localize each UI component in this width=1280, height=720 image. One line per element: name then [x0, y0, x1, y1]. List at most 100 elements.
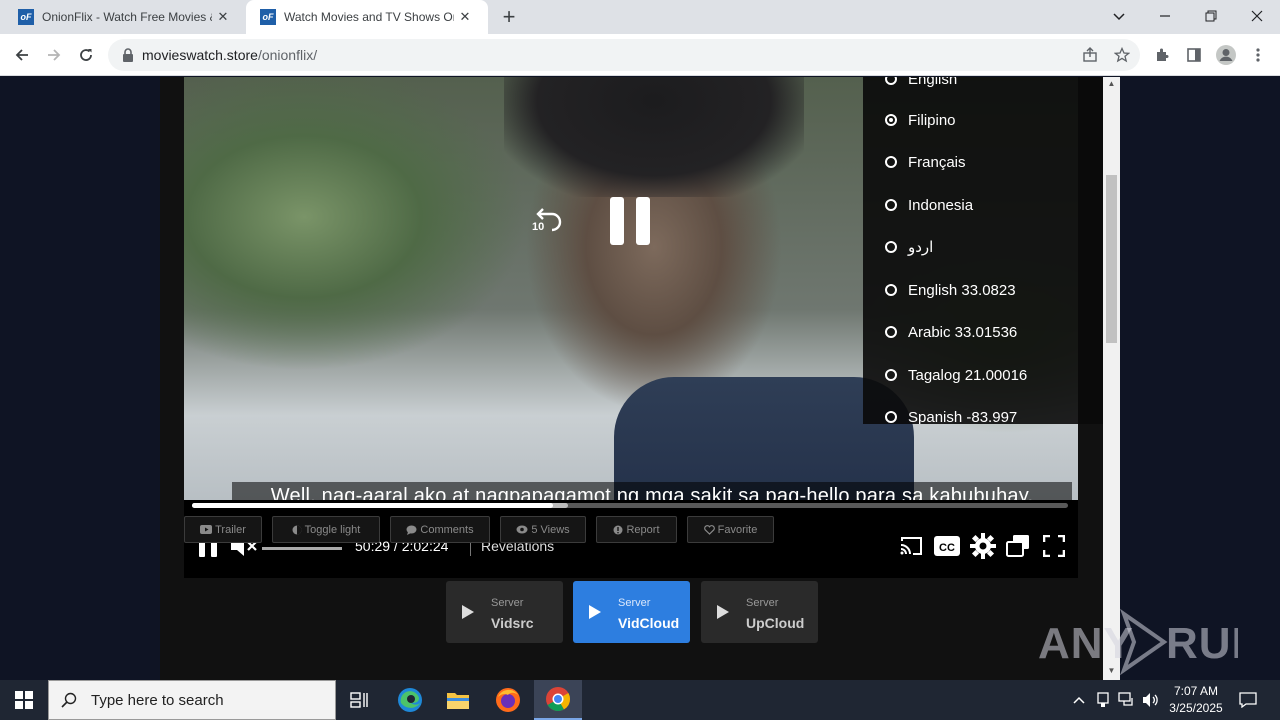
volume-slider[interactable]	[262, 547, 342, 550]
content-column: 10 Well, nag-aaral ako at nagpapagamot n…	[160, 77, 1103, 680]
subtitle-option[interactable]: Filipino	[885, 110, 956, 130]
forward-icon[interactable]	[41, 42, 67, 68]
tray-overflow-icon[interactable]	[1068, 680, 1090, 720]
tab-onionflix[interactable]: oF OnionFlix - Watch Free Movies & ✕	[0, 0, 246, 34]
extensions-icon[interactable]	[1149, 42, 1175, 68]
subtitle-option[interactable]: Spanish -83.997	[885, 407, 1017, 424]
file-explorer-icon[interactable]	[434, 680, 482, 720]
toggle-light-button[interactable]: Toggle light	[272, 516, 380, 543]
notifications-icon[interactable]	[1234, 680, 1262, 720]
subtitle-caption: Well, nag-aaral ako at nagpapagamot ng m…	[232, 482, 1072, 500]
tab-close-icon[interactable]: ✕	[212, 9, 234, 25]
trailer-label: Trailer	[215, 523, 246, 536]
center-pause-button[interactable]	[610, 197, 652, 245]
radio-icon	[885, 241, 897, 253]
server-upcloud-button[interactable]: Server UpCloud	[701, 581, 818, 643]
chrome-menu-icon[interactable]	[1245, 42, 1271, 68]
subtitle-option[interactable]: English 33.0823	[885, 280, 1016, 300]
windows-start-icon[interactable]	[0, 680, 48, 720]
new-tab-icon[interactable]: +	[497, 4, 521, 30]
system-clock[interactable]: 7:07 AM 3/25/2025	[1160, 683, 1232, 717]
server-name: UpCloud	[746, 615, 805, 631]
svg-text:RUN: RUN	[1166, 619, 1238, 668]
onionflix-favicon-icon: oF	[260, 9, 276, 25]
tab-watch-movies[interactable]: oF Watch Movies and TV Shows On ✕	[246, 0, 488, 34]
views-label: 5 Views	[531, 523, 570, 536]
tab-title: Watch Movies and TV Shows On	[284, 10, 454, 24]
clock-date: 3/25/2025	[1169, 701, 1223, 715]
edge-browser-icon[interactable]	[386, 680, 434, 720]
network-icon[interactable]	[1116, 680, 1138, 720]
toggle-light-label: Toggle light	[304, 523, 361, 536]
play-icon	[462, 605, 474, 619]
close-window-icon[interactable]	[1234, 0, 1280, 32]
settings-gear-icon[interactable]	[968, 532, 998, 560]
radio-icon	[885, 284, 897, 296]
subtitle-language-menu[interactable]: English Filipino Français Indonesia اردو…	[863, 77, 1103, 424]
report-button[interactable]: Report	[596, 516, 677, 543]
fullscreen-icon[interactable]	[1040, 532, 1068, 560]
comment-icon	[406, 525, 417, 535]
subtitle-option[interactable]: English	[885, 77, 957, 89]
onionflix-favicon-icon: oF	[18, 9, 34, 25]
subtitle-option[interactable]: اردو	[885, 237, 933, 257]
bookmark-star-icon[interactable]	[1112, 45, 1132, 65]
tab-search-icon[interactable]	[1096, 0, 1142, 32]
task-view-icon[interactable]	[336, 680, 384, 720]
anyrun-watermark: ANY RUN	[1038, 608, 1263, 676]
trailer-button[interactable]: Trailer	[184, 516, 262, 543]
share-icon[interactable]	[1080, 45, 1100, 65]
taskbar-search-box[interactable]: Type here to search	[48, 680, 336, 720]
server-caption: Server	[618, 597, 651, 609]
server-vidcloud-button[interactable]: Server VidCloud	[573, 581, 690, 643]
chrome-taskbar-icon[interactable]	[534, 680, 582, 720]
right-margin	[1120, 77, 1280, 680]
report-label: Report	[626, 523, 660, 536]
taskbar-search-placeholder: Type here to search	[91, 691, 224, 709]
firefox-icon[interactable]	[484, 680, 532, 720]
favorite-button[interactable]: Favorite	[687, 516, 774, 543]
side-panel-icon[interactable]	[1181, 42, 1207, 68]
server-vidsrc-button[interactable]: Server Vidsrc	[446, 581, 563, 643]
scroll-up-icon[interactable]: ▲	[1103, 79, 1120, 93]
minimize-icon[interactable]	[1142, 0, 1188, 32]
play-icon	[589, 605, 601, 619]
comments-label: Comments	[420, 523, 474, 536]
radio-icon	[885, 326, 897, 338]
search-icon	[61, 692, 77, 708]
bulb-icon	[292, 525, 302, 534]
url-text: movieswatch.store/onionflix/	[142, 47, 317, 63]
page-scroll-thumb[interactable]	[1106, 175, 1117, 343]
played-bar	[192, 503, 553, 508]
radio-icon	[885, 156, 897, 168]
captions-icon[interactable]: CC	[932, 532, 962, 560]
subtitle-option[interactable]: Français	[885, 152, 966, 172]
tab-title: OnionFlix - Watch Free Movies &	[42, 10, 212, 24]
replay-10-label: 10	[532, 221, 545, 233]
url-path: /onionflix/	[257, 47, 318, 63]
restore-icon[interactable]	[1188, 0, 1234, 32]
cast-icon[interactable]	[898, 532, 924, 560]
favorite-label: Favorite	[717, 523, 758, 536]
subtitle-option[interactable]: Arabic 33.01536	[885, 322, 1017, 342]
svg-text:CC: CC	[939, 542, 955, 554]
tab-close-icon[interactable]: ✕	[454, 9, 476, 25]
address-bar[interactable]: movieswatch.store/onionflix/	[108, 39, 1140, 71]
picture-in-picture-icon[interactable]	[1004, 532, 1032, 560]
browser-toolbar: movieswatch.store/onionflix/	[0, 34, 1280, 76]
replay-10-icon[interactable]: 10	[530, 205, 564, 239]
page-scrollbar[interactable]: ▲ ▼	[1103, 77, 1120, 680]
subtitle-option[interactable]: Tagalog 21.00016	[885, 365, 1027, 385]
subtitle-option-label: اردو	[908, 239, 934, 256]
volume-icon[interactable]	[1140, 680, 1162, 720]
youtube-icon	[200, 525, 213, 534]
comments-button[interactable]: Comments	[390, 516, 490, 543]
usb-device-icon[interactable]	[1092, 680, 1114, 720]
play-icon	[717, 605, 729, 619]
profile-avatar-icon[interactable]	[1213, 42, 1239, 68]
back-icon[interactable]	[9, 42, 35, 68]
reload-icon[interactable]	[73, 42, 99, 68]
subtitle-option[interactable]: Indonesia	[885, 195, 973, 215]
progress-bar[interactable]	[192, 503, 1068, 508]
views-button[interactable]: 5 Views	[500, 516, 586, 543]
